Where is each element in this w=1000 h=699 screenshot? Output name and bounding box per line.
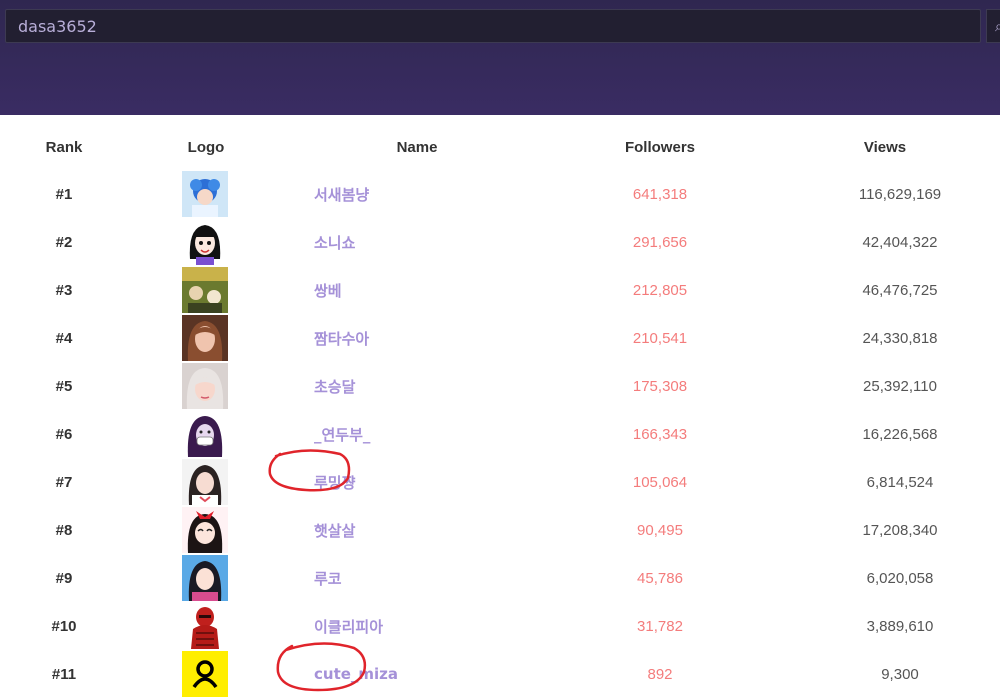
views-cell: 42,404,322 [862,233,938,251]
followers-cell: 212,805 [632,281,688,299]
table-row: #3 쌍베 212,805 46,476,725 [0,266,1000,314]
name-cell: 서새봄냥 [284,170,550,218]
logo-cell [128,218,284,266]
table-row: #10 이클리피아 31,782 3,889,610 [0,602,1000,650]
rank-cell: #8 [55,521,73,539]
avatar[interactable] [182,171,228,217]
followers-cell: 210,541 [632,329,688,347]
logo-cell [128,170,284,218]
followers-cell: 166,343 [632,425,688,443]
rank-cell: #1 [55,185,73,203]
streamer-link[interactable]: _연두부_ [314,426,370,444]
search-input[interactable] [6,10,980,42]
column-header-rank[interactable]: Rank [0,124,128,170]
followers-cell: 641,318 [632,185,688,203]
search-button[interactable]: ⌕ [986,9,1000,43]
table-row: #1 서새봄냥 641,318 116,629,169 [0,170,1000,218]
avatar[interactable] [182,219,228,265]
logo-cell [128,362,284,410]
views-cell: 46,476,725 [862,281,938,299]
table-header-row: Rank Logo Name Followers Views [0,124,1000,170]
followers-cell: 892 [647,665,673,683]
name-cell: 초승달 [284,362,550,410]
name-cell: 소니쇼 [284,218,550,266]
name-cell: 루코 [284,554,550,602]
avatar[interactable] [182,555,228,601]
rank-cell: #6 [55,425,73,443]
views-cell: 9,300 [881,665,919,683]
avatar[interactable] [182,267,228,313]
views-cell: 24,330,818 [862,329,938,347]
table-row: #8 햇살살 90,495 17,208,340 [0,506,1000,554]
views-cell: 6,020,058 [866,569,934,587]
streamer-link[interactable]: 쌍베 [314,282,342,300]
name-cell: 햇살살 [284,506,550,554]
followers-cell: 31,782 [637,617,683,635]
avatar[interactable] [182,507,228,553]
column-header-name[interactable]: Name [284,124,550,170]
views-cell: 116,629,169 [858,185,942,203]
rank-cell: #2 [55,233,73,251]
column-header-followers[interactable]: Followers [550,124,770,170]
rank-cell: #10 [51,617,77,635]
followers-cell: 291,656 [632,233,688,251]
table-row: #2 소니쇼 291,656 42,404,322 [0,218,1000,266]
name-cell: 짬타수아 [284,314,550,362]
logo-cell [128,602,284,650]
streamer-link[interactable]: 짬타수아 [314,330,369,348]
avatar[interactable] [182,315,228,361]
streamer-link[interactable]: cute_miza [314,665,398,683]
rank-cell: #4 [55,329,73,347]
views-cell: 6,814,524 [866,473,934,491]
avatar[interactable] [182,651,228,697]
rank-cell: #7 [55,473,73,491]
rank-cell: #9 [55,569,73,587]
streamer-link[interactable]: 초승달 [314,378,355,396]
views-cell: 25,392,110 [863,377,937,395]
rank-cell: #5 [55,377,73,395]
table-row: #9 루코 45,786 6,020,058 [0,554,1000,602]
name-cell: 쌍베 [284,266,550,314]
ranking-table: Rank Logo Name Followers Views #1 서새봄냥 6… [0,124,1000,698]
rank-cell: #3 [55,281,73,299]
streamer-link[interactable]: 서새봄냥 [314,186,369,204]
followers-cell: 90,495 [637,521,683,539]
views-cell: 3,889,610 [866,617,934,635]
streamer-link[interactable]: 햇살살 [314,522,355,540]
logo-cell [128,650,284,698]
avatar[interactable] [182,603,228,649]
logo-cell [128,410,284,458]
streamer-link[interactable]: 소니쇼 [314,234,355,252]
logo-cell [128,458,284,506]
rank-cell: #11 [51,665,77,683]
name-cell: cute_miza [284,650,550,698]
views-cell: 16,226,568 [862,425,938,443]
followers-cell: 175,308 [632,377,688,395]
table-row: #4 짬타수아 210,541 24,330,818 [0,314,1000,362]
avatar[interactable] [182,363,228,409]
name-cell: 루밍쨩 [284,458,550,506]
column-header-views[interactable]: Views [770,124,1000,170]
streamer-link[interactable]: 루밍쨩 [314,474,355,492]
name-cell: _연두부_ [284,410,550,458]
logo-cell [128,314,284,362]
table-row: #7 루밍쨩 105,064 6,814,524 [0,458,1000,506]
name-cell: 이클리피아 [284,602,550,650]
column-header-logo: Logo [187,138,225,156]
logo-cell [128,506,284,554]
table-row: #5 초승달 175,308 25,392,110 [0,362,1000,410]
logo-cell [128,266,284,314]
search-box[interactable] [5,9,981,43]
streamer-link[interactable]: 루코 [314,570,342,588]
streamer-link[interactable]: 이클리피아 [314,618,383,636]
views-cell: 17,208,340 [862,521,938,539]
followers-cell: 105,064 [632,473,688,491]
followers-cell: 45,786 [637,569,683,587]
search-icon: ⌕ [995,18,1000,34]
table-row: #11 cute_miza 892 9,300 [0,650,1000,698]
avatar[interactable] [182,459,228,505]
logo-cell [128,554,284,602]
table-row: #6 _연두부_ 166,343 16,226,568 [0,410,1000,458]
avatar[interactable] [182,411,228,457]
